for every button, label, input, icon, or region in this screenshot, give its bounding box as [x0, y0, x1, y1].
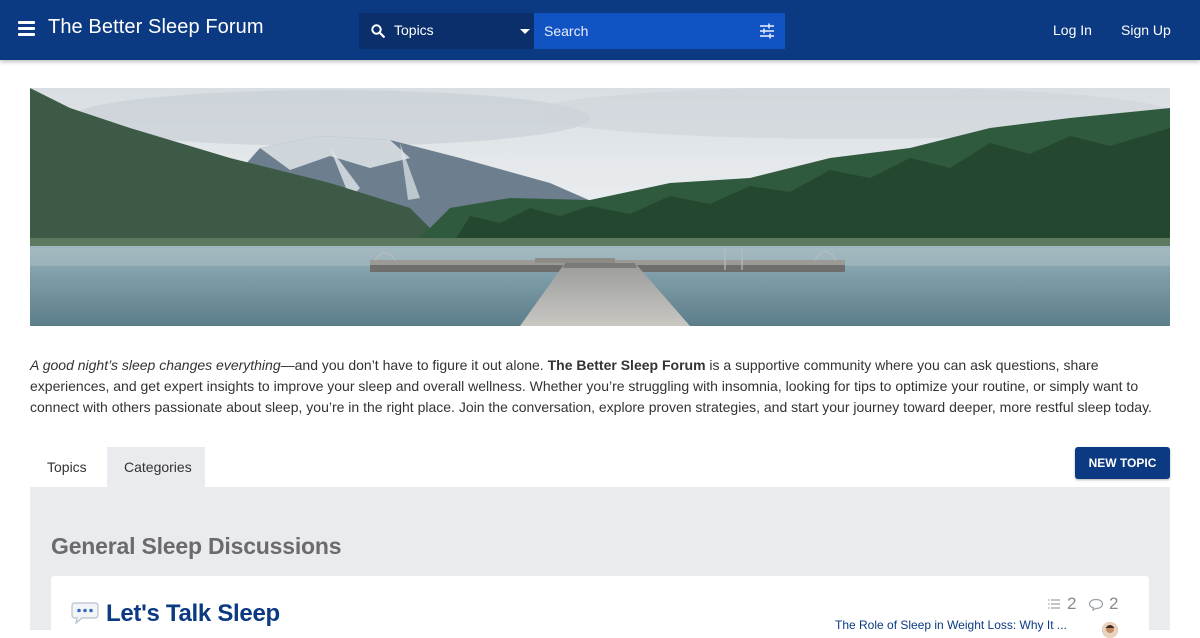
chevron-down-icon	[520, 29, 530, 34]
new-topic-button[interactable]: NEW TOPIC	[1075, 447, 1170, 479]
category-title-link[interactable]: Let's Talk Sleep	[106, 600, 280, 628]
search-input[interactable]	[534, 13, 785, 49]
filter-options-icon[interactable]	[758, 22, 776, 40]
comment-icon	[1088, 598, 1104, 611]
login-link[interactable]: Log In	[1053, 22, 1092, 38]
intro-italic: A good night’s sleep changes everything	[30, 357, 281, 373]
lake-landscape-image	[30, 88, 1170, 326]
search-icon	[371, 24, 385, 38]
category-card[interactable]: Let's Talk Sleep 2 2 The Role of Sleep i…	[51, 576, 1149, 638]
topics-count: 2	[1067, 594, 1077, 613]
top-header: The Better Sleep Forum Topics Log In Sig…	[0, 0, 1200, 60]
banner-image	[30, 88, 1170, 326]
hamburger-menu-icon[interactable]	[18, 21, 35, 36]
intro-forum-name: The Better Sleep Forum	[547, 357, 706, 373]
category-group-title: General Sleep Discussions	[51, 533, 342, 559]
avatar[interactable]	[1102, 622, 1118, 638]
search-scope-dropdown[interactable]: Topics	[359, 13, 535, 49]
site-title[interactable]: The Better Sleep Forum	[48, 16, 264, 39]
posts-count: 2	[1109, 594, 1119, 613]
signup-link[interactable]: Sign Up	[1121, 22, 1171, 38]
speech-bubble-icon	[71, 601, 99, 630]
tab-categories[interactable]: Categories	[107, 447, 205, 487]
search-scope-label: Topics	[394, 22, 434, 38]
intro-lead: —and you don’t have to figure it out alo…	[280, 357, 548, 373]
tab-topics[interactable]: Topics	[30, 447, 104, 487]
categories-panel: General Sleep Discussions Let's Talk Sle…	[30, 487, 1170, 638]
intro-paragraph: A good night’s sleep changes everything—…	[30, 355, 1170, 418]
topics-list-icon	[1048, 599, 1060, 609]
search-bar: Topics	[359, 13, 785, 49]
